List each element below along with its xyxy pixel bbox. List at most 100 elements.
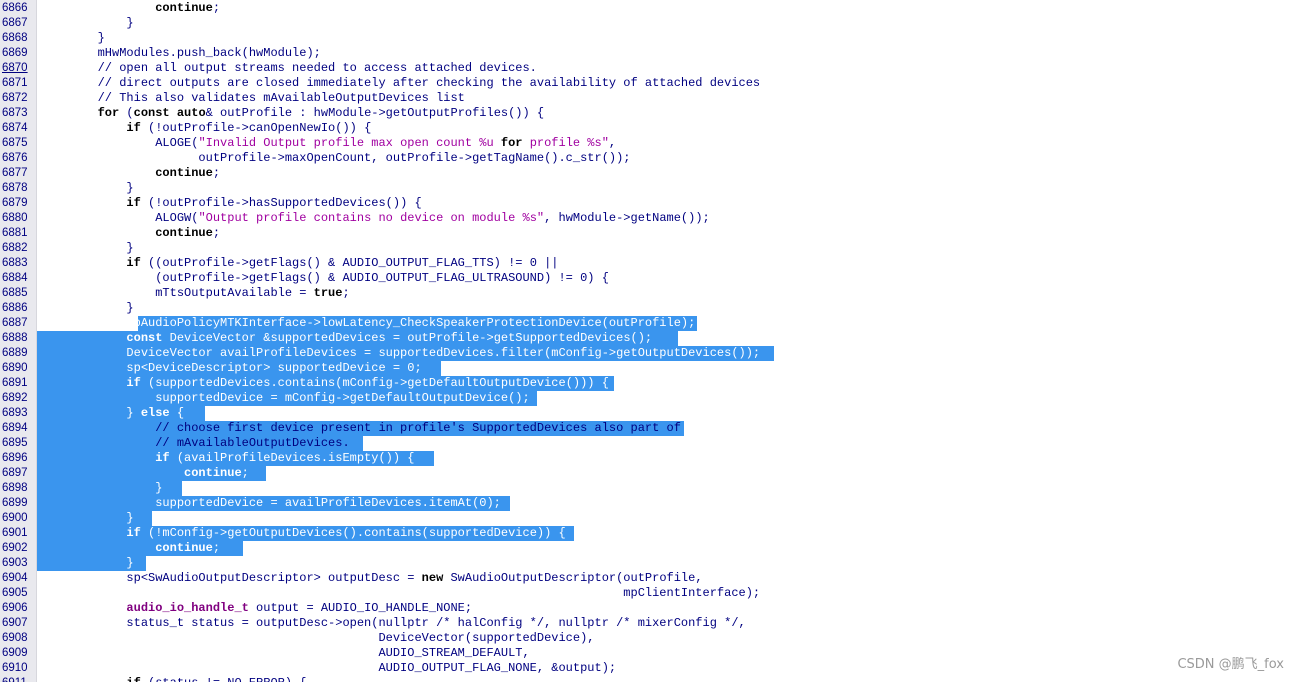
code-text[interactable]: AUDIO_STREAM_DEFAULT, (40, 646, 529, 661)
code-text[interactable]: outProfile->maxOpenCount, outProfile->ge… (40, 151, 630, 166)
code-line[interactable]: 6889 DeviceVector availProfileDevices = … (0, 346, 1300, 361)
code-line[interactable]: 6879 if (!outProfile->hasSupportedDevice… (0, 196, 1300, 211)
code-text[interactable]: if (availProfileDevices.isEmpty()) { (40, 451, 414, 466)
line-number: 6898 (2, 482, 28, 494)
code-text[interactable]: } (40, 481, 162, 496)
code-line[interactable]: 6908 DeviceVector(supportedDevice), (0, 631, 1300, 646)
code-line[interactable]: 6881 continue; (0, 226, 1300, 241)
code-text[interactable]: continue; (40, 226, 220, 241)
line-number: 6901 (2, 527, 28, 539)
code-line[interactable]: 6880 ALOGW("Output profile contains no d… (0, 211, 1300, 226)
code-text[interactable]: sp<SwAudioOutputDescriptor> outputDesc =… (40, 571, 702, 586)
code-text[interactable]: if (supportedDevices.contains(mConfig->g… (40, 376, 608, 391)
code-line[interactable]: 6910 AUDIO_OUTPUT_FLAG_NONE, &output); (0, 661, 1300, 676)
code-text[interactable]: sp<DeviceDescriptor> supportedDevice = 0… (40, 361, 421, 376)
code-line[interactable]: 6869 mHwModules.push_back(hwModule); (0, 46, 1300, 61)
code-line[interactable]: 6894 // choose first device present in p… (0, 421, 1300, 436)
code-line[interactable]: 6886 } (0, 301, 1300, 316)
code-text[interactable]: mHwModules.push_back(hwModule); (40, 46, 321, 61)
code-line[interactable]: 6874 if (!outProfile->canOpenNewIo()) { (0, 121, 1300, 136)
code-line[interactable]: 6873 for (const auto& outProfile : hwMod… (0, 106, 1300, 121)
code-text[interactable]: for (const auto& outProfile : hwModule->… (40, 106, 545, 121)
code-text[interactable]: if (!outProfile->canOpenNewIo()) { (40, 121, 371, 136)
code-line[interactable]: 6899 supportedDevice = availProfileDevic… (0, 496, 1300, 511)
code-line[interactable]: 6900 } (0, 511, 1300, 526)
code-text[interactable]: ALOGW("Output profile contains no device… (40, 211, 710, 226)
code-line[interactable]: 6870 // open all output streams needed t… (0, 61, 1300, 76)
code-line[interactable]: 6911 if (status != NO_ERROR) { (0, 676, 1300, 682)
code-line[interactable]: 6891 if (supportedDevices.contains(mConf… (0, 376, 1300, 391)
code-text[interactable]: supportedDevice = availProfileDevices.it… (40, 496, 501, 511)
code-text[interactable]: } (40, 181, 133, 196)
code-text[interactable]: if (!mConfig->getOutputDevices().contain… (40, 526, 565, 541)
code-line[interactable]: 6895 // mAvailableOutputDevices. (0, 436, 1300, 451)
code-line[interactable]: 6898 } (0, 481, 1300, 496)
code-line[interactable]: 6866 continue; (0, 1, 1300, 16)
code-text[interactable]: mpAudioPolicyMTKInterface->lowLatency_Ch… (40, 316, 695, 331)
code-line[interactable]: 6875 ALOGE("Invalid Output profile max o… (0, 136, 1300, 151)
code-line[interactable]: 6867 } (0, 16, 1300, 31)
code-text[interactable]: ALOGE("Invalid Output profile max open c… (40, 136, 616, 151)
line-number: 6893 (2, 407, 28, 419)
code-text[interactable]: DeviceVector(supportedDevice), (40, 631, 594, 646)
code-editor[interactable]: 6866 continue; 6867 } 6868 } 6869 mHwModule… (0, 0, 1300, 682)
code-line[interactable]: 6903 } (0, 556, 1300, 571)
code-line[interactable]: 6876 outProfile->maxOpenCount, outProfil… (0, 151, 1300, 166)
code-text[interactable]: supportedDevice = mConfig->getDefaultOut… (40, 391, 529, 406)
code-text[interactable]: } (40, 301, 133, 316)
code-text[interactable]: continue; (40, 541, 220, 556)
code-line[interactable]: 6887 mpAudioPolicyMTKInterface->lowLaten… (0, 316, 1300, 331)
code-line[interactable]: 6909 AUDIO_STREAM_DEFAULT, (0, 646, 1300, 661)
code-line[interactable]: 6907 status_t status = outputDesc->open(… (0, 616, 1300, 631)
line-number: 6889 (2, 347, 28, 359)
code-line[interactable]: 6896 if (availProfileDevices.isEmpty()) … (0, 451, 1300, 466)
code-line[interactable]: 6905 mpClientInterface); (0, 586, 1300, 601)
code-text[interactable]: continue; (40, 166, 220, 181)
code-line[interactable]: 6877 continue; (0, 166, 1300, 181)
code-line[interactable]: 6906 audio_io_handle_t output = AUDIO_IO… (0, 601, 1300, 616)
code-line[interactable]: 6878 } (0, 181, 1300, 196)
code-line[interactable]: 6897 continue; (0, 466, 1300, 481)
code-text[interactable]: AUDIO_OUTPUT_FLAG_NONE, &output); (40, 661, 616, 676)
code-text[interactable]: // open all output streams needed to acc… (40, 61, 537, 76)
code-text[interactable]: (outProfile->getFlags() & AUDIO_OUTPUT_F… (40, 271, 609, 286)
code-line[interactable]: 6902 continue; (0, 541, 1300, 556)
code-line[interactable]: 6872 // This also validates mAvailableOu… (0, 91, 1300, 106)
code-text[interactable]: const DeviceVector &supportedDevices = o… (40, 331, 652, 346)
code-text[interactable]: if (status != NO_ERROR) { (40, 676, 306, 682)
code-text[interactable]: // This also validates mAvailableOutputD… (40, 91, 465, 106)
code-text[interactable]: audio_io_handle_t output = AUDIO_IO_HAND… (40, 601, 472, 616)
line-number: 6892 (2, 392, 28, 404)
code-text[interactable]: } (40, 241, 133, 256)
code-line[interactable]: 6871 // direct outputs are closed immedi… (0, 76, 1300, 91)
code-line[interactable]: 6885 mTtsOutputAvailable = true; (0, 286, 1300, 301)
code-text[interactable]: continue; (40, 1, 220, 16)
code-text[interactable]: mTtsOutputAvailable = true; (40, 286, 349, 301)
code-line[interactable]: 6904 sp<SwAudioOutputDescriptor> outputD… (0, 571, 1300, 586)
code-text[interactable]: } (40, 16, 133, 31)
code-text[interactable]: } else { (40, 406, 184, 421)
code-text[interactable]: // choose first device present in profil… (40, 421, 681, 436)
code-text[interactable]: continue; (40, 466, 249, 481)
code-text[interactable]: } (40, 556, 133, 571)
code-line[interactable]: 6868 } (0, 31, 1300, 46)
code-line[interactable]: 6888 const DeviceVector &supportedDevice… (0, 331, 1300, 346)
code-text[interactable]: if ((outProfile->getFlags() & AUDIO_OUTP… (40, 256, 558, 271)
code-text[interactable]: } (40, 511, 133, 526)
code-text[interactable]: DeviceVector availProfileDevices = suppo… (40, 346, 760, 361)
code-line[interactable]: 6883 if ((outProfile->getFlags() & AUDIO… (0, 256, 1300, 271)
code-text[interactable]: mpClientInterface); (40, 586, 760, 601)
code-line[interactable]: 6890 sp<DeviceDescriptor> supportedDevic… (0, 361, 1300, 376)
line-number: 6886 (2, 302, 28, 314)
code-text[interactable]: status_t status = outputDesc->open(nullp… (40, 616, 745, 631)
code-line[interactable]: 6901 if (!mConfig->getOutputDevices().co… (0, 526, 1300, 541)
code-line[interactable]: 6893 } else { (0, 406, 1300, 421)
code-text[interactable]: // direct outputs are closed immediately… (40, 76, 761, 91)
code-line[interactable]: 6892 supportedDevice = mConfig->getDefau… (0, 391, 1300, 406)
line-number: 6904 (2, 572, 28, 584)
code-line[interactable]: 6882 } (0, 241, 1300, 256)
code-text[interactable]: if (!outProfile->hasSupportedDevices()) … (40, 196, 421, 211)
code-text[interactable]: // mAvailableOutputDevices. (40, 436, 349, 451)
code-line[interactable]: 6884 (outProfile->getFlags() & AUDIO_OUT… (0, 271, 1300, 286)
code-text[interactable]: } (40, 31, 105, 46)
